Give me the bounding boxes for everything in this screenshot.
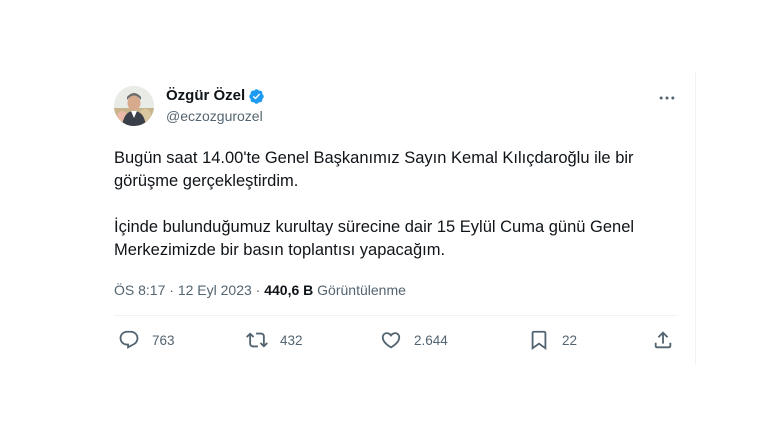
avatar-photo (114, 86, 154, 126)
heart-icon (380, 329, 402, 351)
repost-count: 432 (280, 332, 303, 348)
tweet-paragraph: İçinde bulunduğumuz kurultay sürecine da… (114, 218, 635, 259)
meta-separator: · (255, 282, 261, 298)
share-button[interactable] (652, 329, 674, 351)
like-button[interactable]: 2.644 (380, 329, 448, 351)
author-handle[interactable]: @eczozgurozel (166, 108, 263, 125)
verified-badge-icon (248, 88, 265, 105)
avatar[interactable] (114, 86, 154, 126)
tweet-date[interactable]: 12 Eyl 2023 (178, 282, 252, 298)
reply-button[interactable]: 763 (118, 329, 175, 351)
like-count: 2.644 (414, 332, 448, 348)
repost-icon (246, 329, 268, 351)
meta-separator: · (169, 282, 174, 298)
tweet-meta: ÖS 8:17 · 12 Eyl 2023 · 440,6 B Görüntül… (114, 282, 406, 299)
action-bar: 763 432 2.644 22 (118, 329, 678, 351)
views-count: 440,6 B (264, 282, 314, 298)
more-icon[interactable] (657, 88, 677, 108)
tweet-time[interactable]: ÖS 8:17 (114, 282, 165, 298)
bookmark-icon (528, 329, 550, 351)
bookmark-button[interactable]: 22 (528, 329, 577, 351)
reply-count: 763 (152, 332, 175, 348)
reply-icon (118, 329, 140, 351)
author-name-row: Özgür Özel (166, 87, 265, 105)
share-icon (652, 329, 674, 351)
author-display-name[interactable]: Özgür Özel (166, 87, 245, 105)
tweet-paragraph: Bugün saat 14.00'te Genel Başkanımız Say… (114, 149, 634, 190)
divider (114, 315, 677, 316)
bookmark-count: 22 (562, 332, 578, 348)
views-label: Görüntülenme (317, 282, 406, 298)
tweet-card: Özgür Özel @eczozgurozel Bugün saat 14.0… (96, 72, 696, 364)
tweet-text: Bugün saat 14.00'te Genel Başkanımız Say… (114, 147, 682, 262)
repost-button[interactable]: 432 (246, 329, 303, 351)
